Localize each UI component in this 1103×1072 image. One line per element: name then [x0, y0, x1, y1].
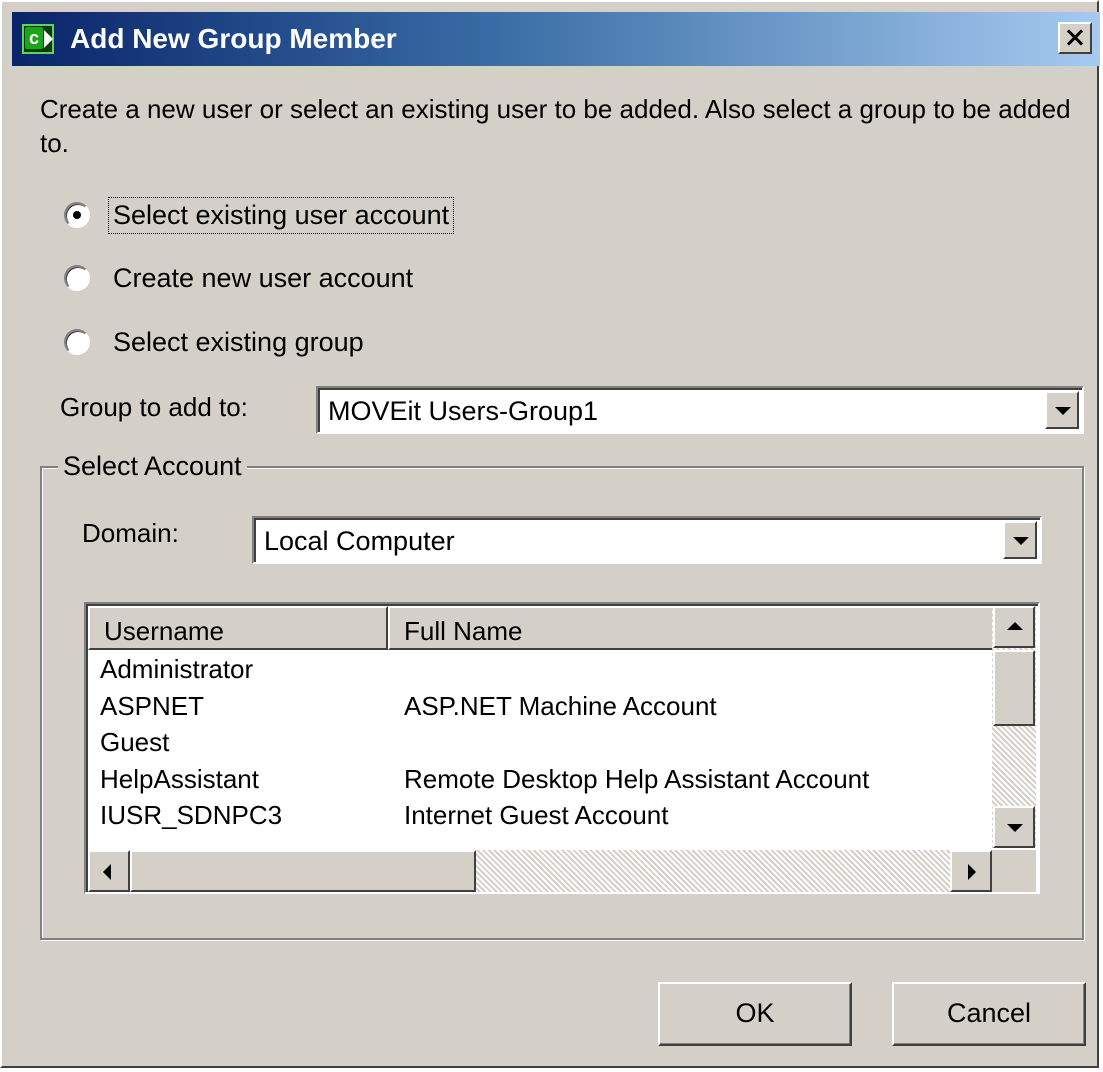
username-cell: HelpAssistant [100, 763, 259, 794]
radio-label-create-new-user[interactable]: Create new user account [109, 261, 417, 296]
radio-button-checked[interactable] [64, 202, 90, 228]
group-dropdown-button[interactable] [1045, 391, 1079, 429]
domain-select[interactable]: Local Computer [252, 516, 1042, 564]
column-header-full-name[interactable]: Full Name [388, 606, 996, 650]
username-cell: ASPNET [100, 690, 205, 721]
scroll-up-button[interactable] [993, 606, 1035, 648]
list-item[interactable]: HelpAssistant Remote Desktop Help Assist… [88, 762, 996, 799]
username-cell: IUSR_SDNPC3 [100, 800, 283, 830]
column-header-username[interactable]: Username [88, 606, 388, 650]
username-cell: Guest [100, 727, 170, 757]
instructions-text: Create a new user or select an existing … [40, 94, 1071, 158]
scrollbar-corner [992, 850, 1036, 892]
radio-label-select-existing-user[interactable]: Select existing user account [107, 196, 455, 234]
add-group-member-dialog: c Add New Group Member Create a new user… [0, 0, 1100, 1068]
window-title: Add New Group Member [70, 23, 397, 54]
arrow-right-icon [968, 864, 976, 880]
moveit-central-icon: c [22, 24, 54, 54]
list-item[interactable]: Administrator [88, 652, 996, 689]
radio-create-new-user[interactable]: Create new user account [64, 258, 417, 298]
list-item[interactable]: ASPNET ASP.NET Machine Account [88, 689, 996, 726]
horizontal-scrollbar[interactable] [88, 850, 992, 892]
radio-label-select-existing-group[interactable]: Select existing group [109, 325, 368, 360]
full-name-cell: ASP.NET Machine Account [404, 690, 717, 721]
vertical-scrollbar[interactable] [992, 606, 1036, 848]
chevron-down-icon [1055, 407, 1071, 415]
radio-select-existing-user[interactable]: Select existing user account [64, 195, 455, 235]
list-header: Username Full Name [88, 606, 996, 650]
group-select[interactable]: MOVEit Users-Group1 [316, 386, 1084, 434]
scroll-down-button[interactable] [993, 806, 1035, 848]
ok-button[interactable]: OK [658, 982, 852, 1046]
username-cell: Administrator [100, 654, 254, 684]
close-button[interactable] [1058, 22, 1092, 54]
arrow-left-icon [103, 864, 111, 880]
group-to-add-label: Group to add to: [60, 392, 248, 422]
full-name-cell: Internet Guest Account [404, 800, 669, 830]
arrow-up-icon [1007, 622, 1023, 630]
chevron-down-icon [1013, 537, 1029, 545]
domain-dropdown-button[interactable] [1003, 521, 1037, 559]
select-account-title: Select Account [58, 451, 247, 482]
radio-select-existing-group[interactable]: Select existing group [64, 322, 368, 362]
group-select-value: MOVEit Users-Group1 [328, 396, 599, 426]
full-name-cell: Remote Desktop Help Assistant Account [404, 763, 870, 794]
list-item[interactable]: Guest [88, 725, 996, 762]
cancel-button[interactable]: Cancel [892, 982, 1086, 1046]
domain-label: Domain: [82, 518, 179, 548]
horizontal-scroll-thumb[interactable] [130, 850, 476, 892]
arrow-down-icon [1007, 824, 1023, 832]
radio-button[interactable] [64, 329, 90, 355]
domain-select-value: Local Computer [264, 526, 455, 556]
vertical-scroll-thumb[interactable] [993, 650, 1035, 726]
scroll-left-button[interactable] [88, 850, 130, 892]
title-bar[interactable]: c Add New Group Member [12, 12, 1100, 66]
radio-button[interactable] [64, 265, 90, 291]
list-body: Administrator ASPNET ASP.NET Machine Acc… [88, 652, 996, 852]
scroll-right-button[interactable] [950, 850, 992, 892]
list-item[interactable]: IUSR_SDNPC3 Internet Guest Account [88, 798, 996, 835]
